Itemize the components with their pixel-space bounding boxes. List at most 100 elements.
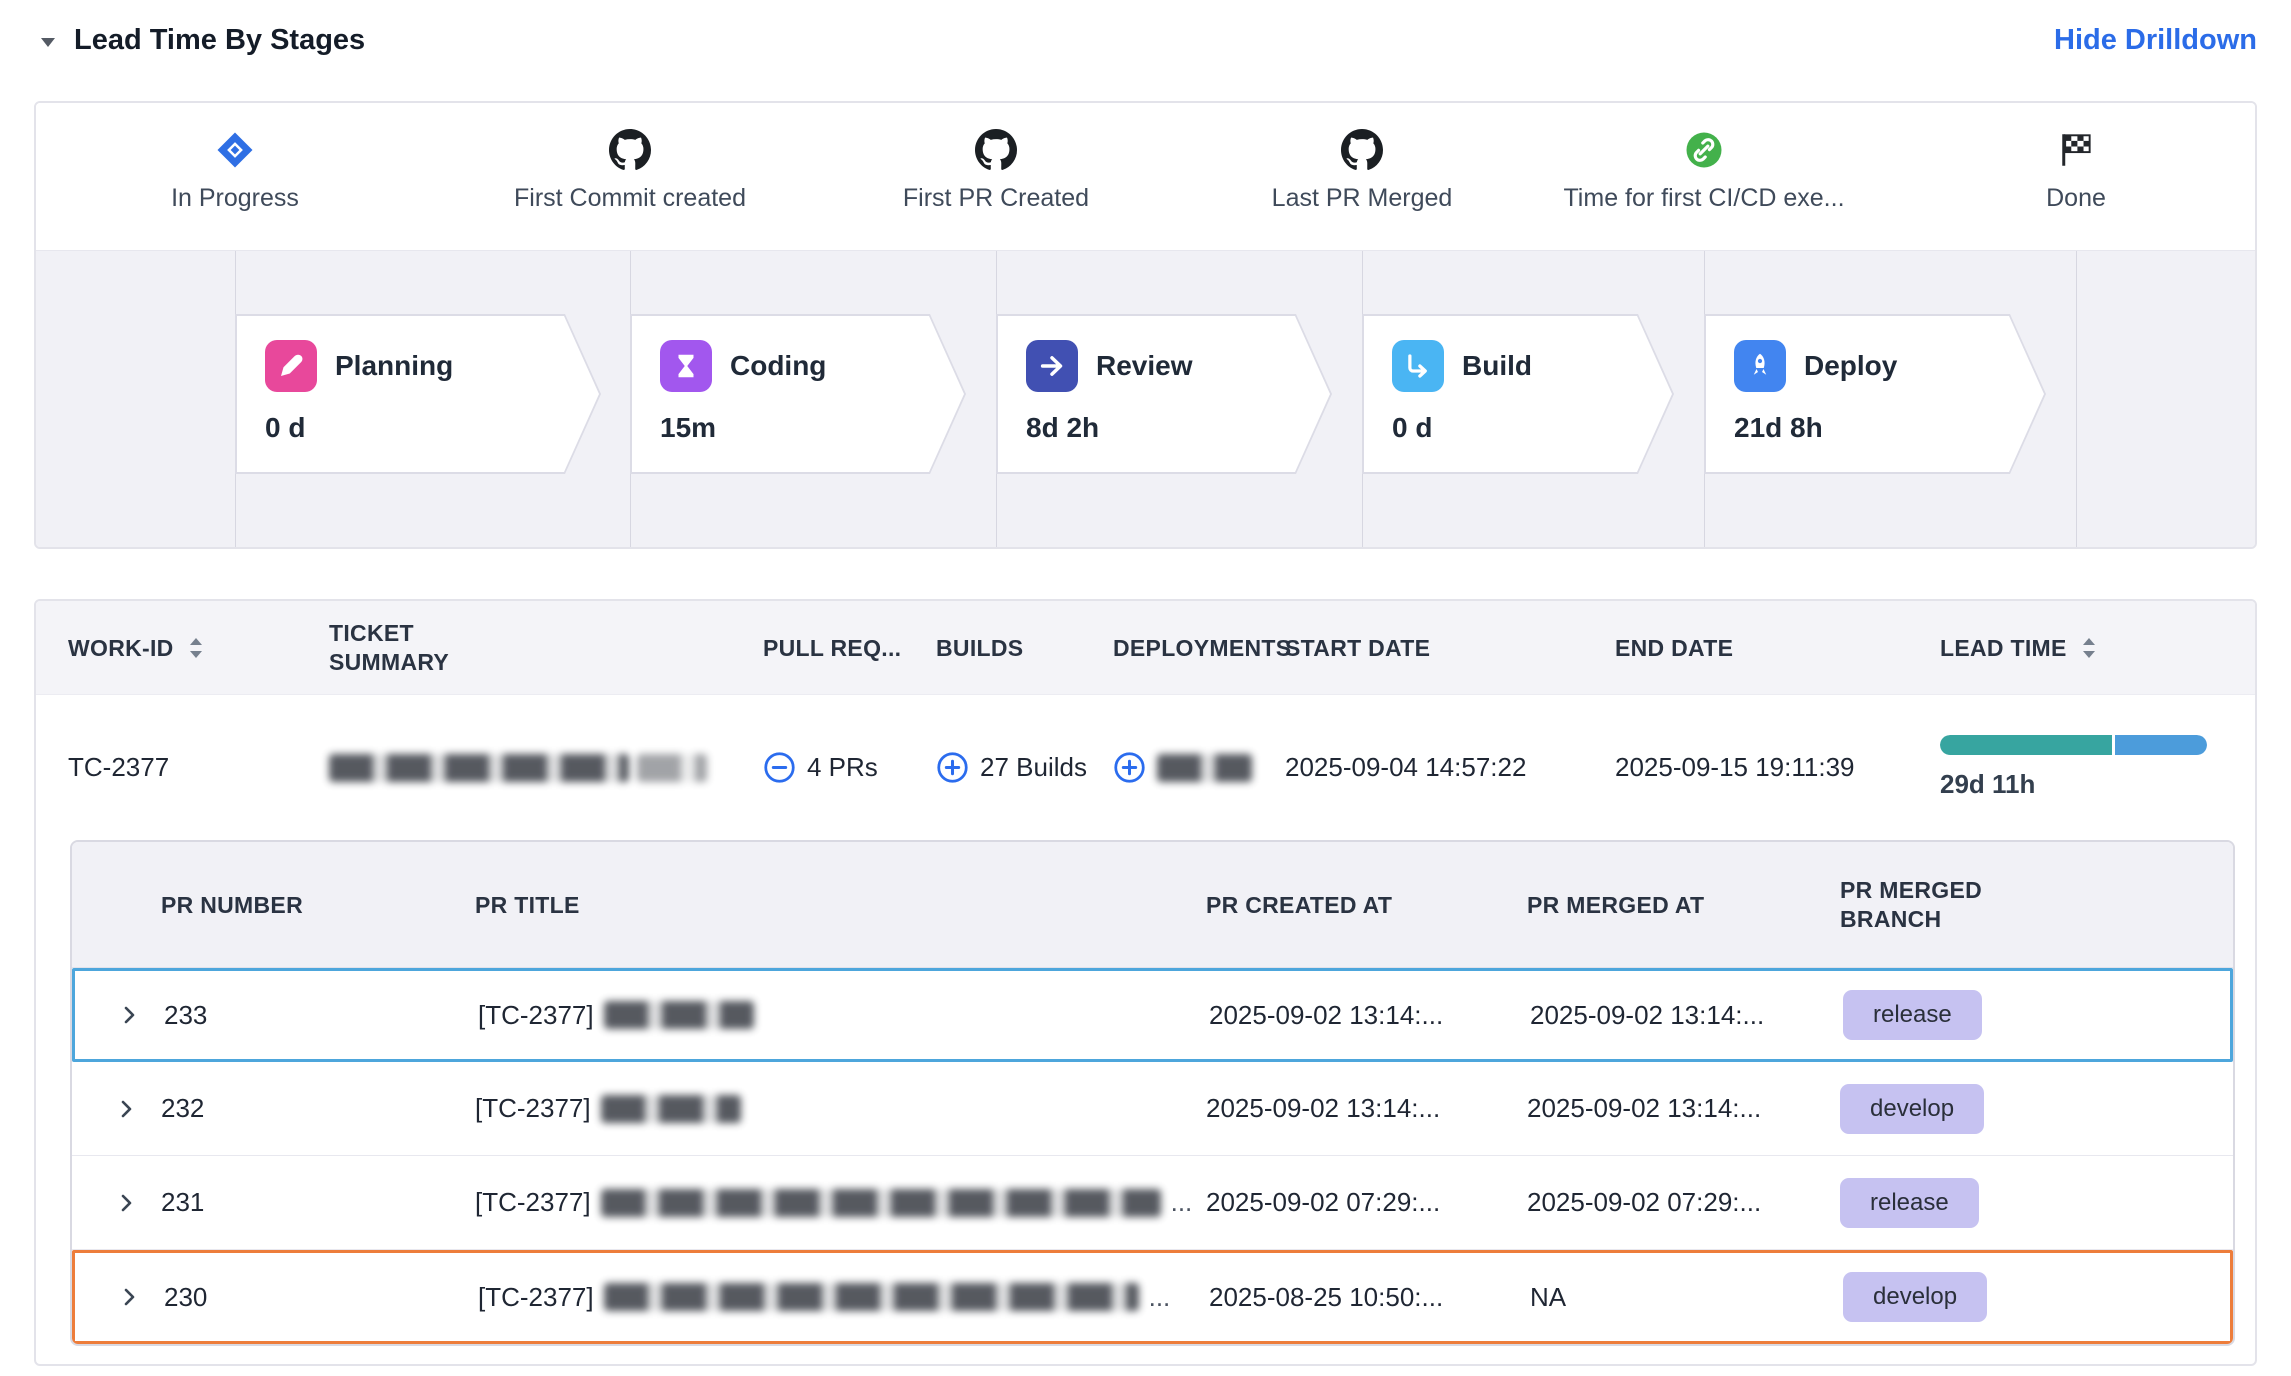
- pr-row-232[interactable]: 232 [TC-2377] 2025-09-02 13:14:... 2025-…: [72, 1062, 2233, 1156]
- redacted-text: [601, 1189, 1161, 1217]
- branch-badge: release: [1840, 1178, 1979, 1228]
- pr-branch-cell: release: [1843, 971, 1982, 1059]
- column-header-work-id[interactable]: WORK-ID: [68, 601, 206, 695]
- builds-cell[interactable]: 27 Builds: [936, 695, 1087, 840]
- branch-badge: develop: [1843, 1272, 1987, 1322]
- stage-duration: 21d 8h: [1734, 412, 2046, 444]
- milestone-label: First PR Created: [786, 184, 1206, 213]
- pr-merged-cell: 2025-09-02 13:14:...: [1530, 971, 1764, 1059]
- lead-time-drilldown-panel: Lead Time By Stages Hide Drilldown In Pr…: [0, 0, 2291, 1376]
- column-header-label: PR NUMBER: [161, 892, 303, 919]
- column-header-label: WORK-ID: [68, 635, 174, 662]
- redacted-text: [601, 1095, 741, 1123]
- pr-row-230[interactable]: 230 [TC-2377] ... 2025-08-25 10:50:... N…: [72, 1250, 2233, 1344]
- checkered-flag-icon: [2055, 129, 2097, 171]
- sort-icon[interactable]: [2079, 635, 2099, 661]
- pr-created-cell: 2025-09-02 13:14:...: [1206, 1062, 1440, 1155]
- pr-number-cell: 231: [161, 1156, 204, 1249]
- column-header-label: PR TITLE: [475, 892, 580, 919]
- start-date-cell: 2025-09-04 14:57:22: [1285, 695, 1526, 840]
- row-expand-chevron[interactable]: [114, 1156, 138, 1249]
- work-id-cell: TC-2377: [68, 695, 169, 840]
- pr-title-prefix: [TC-2377]: [475, 1093, 591, 1124]
- branch-badge: release: [1843, 990, 1982, 1040]
- pr-number-cell: 230: [164, 1253, 207, 1341]
- cicd-icon: [1683, 129, 1725, 171]
- pr-row-231[interactable]: 231 [TC-2377] ... 2025-09-02 07:29:... 2…: [72, 1156, 2233, 1250]
- column-header-label: START DATE: [1285, 635, 1430, 662]
- stage-build: Build 0 d: [1362, 314, 1674, 474]
- row-expand-chevron[interactable]: [117, 971, 141, 1059]
- work-table-header: WORK-ID TICKET SUMMARY PULL REQ... BUILD…: [36, 601, 2255, 695]
- builds-count: 27 Builds: [980, 752, 1087, 783]
- pr-title-cell: [TC-2377] ...: [478, 1253, 1170, 1341]
- column-header-builds: BUILDS: [936, 601, 1023, 695]
- stage-name: Planning: [335, 350, 453, 382]
- column-header-label: TICKET SUMMARY: [329, 619, 479, 677]
- page-title: Lead Time By Stages: [74, 24, 365, 57]
- pr-row-233[interactable]: 233 [TC-2377] 2025-09-02 13:14:... 2025-…: [72, 968, 2233, 1062]
- expand-circle-plus-icon[interactable]: [936, 751, 969, 784]
- column-header-label: END DATE: [1615, 635, 1733, 662]
- in-progress-status-icon: [214, 129, 256, 171]
- column-header-lead-time[interactable]: LEAD TIME: [1940, 601, 2099, 695]
- end-date-cell: 2025-09-15 19:11:39: [1615, 695, 1855, 840]
- column-header-label: PR CREATED AT: [1206, 892, 1392, 919]
- review-arrow-icon: [1026, 340, 1078, 392]
- milestone-done: Done: [1866, 103, 2257, 213]
- panel-header: Lead Time By Stages Hide Drilldown: [34, 18, 2257, 66]
- column-header-label: PR MERGED AT: [1527, 892, 1704, 919]
- hide-drilldown-link[interactable]: Hide Drilldown: [2054, 24, 2257, 57]
- column-header-label: BUILDS: [936, 635, 1023, 662]
- column-header-deployments: DEPLOYMENTS: [1113, 601, 1291, 695]
- pr-title-prefix: [TC-2377]: [475, 1187, 591, 1218]
- milestone-label: Done: [1866, 184, 2257, 213]
- redacted-text: [637, 754, 707, 782]
- pr-title-cell: [TC-2377]: [478, 971, 764, 1059]
- column-header-ticket-summary: TICKET SUMMARY: [329, 601, 479, 695]
- milestone-label: In Progress: [34, 184, 445, 213]
- row-expand-chevron[interactable]: [117, 1253, 141, 1341]
- pr-table-header: PR NUMBER PR TITLE PR CREATED AT PR MERG…: [72, 842, 2233, 968]
- pr-created-cell: 2025-09-02 07:29:...: [1206, 1156, 1440, 1249]
- milestones-row: In Progress First Commit created First P…: [36, 103, 2255, 250]
- pr-title-suffix: ...: [1171, 1187, 1193, 1218]
- redacted-text: [1157, 754, 1252, 782]
- pr-column-title: PR TITLE: [475, 842, 580, 968]
- sort-icon[interactable]: [186, 635, 206, 661]
- pr-column-created: PR CREATED AT: [1206, 842, 1392, 968]
- collapse-caret-icon[interactable]: [36, 30, 60, 54]
- deployments-cell[interactable]: [1113, 695, 1252, 840]
- collapse-circle-minus-icon[interactable]: [763, 751, 796, 784]
- pr-number-cell: 233: [164, 971, 207, 1059]
- pr-branch-cell: develop: [1840, 1062, 1984, 1155]
- milestone-in-progress: In Progress: [34, 103, 445, 213]
- pr-title-suffix: ...: [1149, 1282, 1171, 1313]
- coding-hourglass-icon: [660, 340, 712, 392]
- pr-branch-cell: release: [1840, 1156, 1979, 1249]
- column-header-label: PR MERGED BRANCH: [1840, 876, 2015, 934]
- column-header-start-date: START DATE: [1285, 601, 1430, 695]
- stage-name: Coding: [730, 350, 826, 382]
- pr-merged-cell: 2025-09-02 13:14:...: [1527, 1062, 1761, 1155]
- lead-time-cell: 29d 11h: [1940, 695, 2220, 840]
- pull-requests-cell[interactable]: 4 PRs: [763, 695, 878, 840]
- milestone-first-commit: First Commit created: [420, 103, 840, 213]
- row-expand-chevron[interactable]: [114, 1062, 138, 1155]
- pr-column-branch: PR MERGED BRANCH: [1840, 842, 2015, 968]
- stage-timeline-area: Planning 0 d Coding 15m: [36, 250, 2255, 547]
- milestone-label: Time for first CI/CD exe...: [1494, 184, 1914, 213]
- lead-time-stages-card: In Progress First Commit created First P…: [34, 101, 2257, 549]
- redacted-text: [604, 1283, 1139, 1311]
- lead-time-value: 29d 11h: [1940, 769, 2035, 800]
- pr-title-prefix: [TC-2377]: [478, 1282, 594, 1313]
- github-icon: [609, 129, 651, 171]
- milestone-label: First Commit created: [420, 184, 840, 213]
- build-elbow-arrow-icon: [1392, 340, 1444, 392]
- expand-circle-plus-icon[interactable]: [1113, 751, 1146, 784]
- pr-branch-cell: develop: [1843, 1253, 1987, 1341]
- stage-coding: Coding 15m: [630, 314, 966, 474]
- branch-badge: develop: [1840, 1084, 1984, 1134]
- redacted-text: [329, 754, 629, 782]
- stage-review: Review 8d 2h: [996, 314, 1332, 474]
